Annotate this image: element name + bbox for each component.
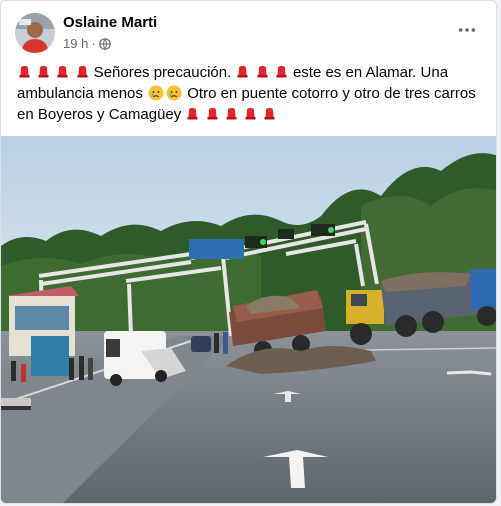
police-light-emoji — [56, 63, 69, 78]
police-light-emoji — [76, 63, 89, 78]
road-sign — [189, 239, 244, 259]
author-name[interactable]: Oslaine Marti — [63, 14, 157, 31]
police-light-emoji — [256, 63, 269, 78]
post-text: Señores precaución. este es en Alamar. U… — [17, 62, 479, 125]
post-card: Oslaine Marti 19 h · Señores precaución.… — [0, 0, 497, 504]
author-avatar[interactable] — [15, 13, 55, 53]
post-meta: 19 h · — [63, 36, 111, 51]
police-light-emoji — [236, 63, 249, 78]
post-header: Oslaine Marti 19 h · — [1, 1, 496, 59]
police-light-emoji — [37, 63, 50, 78]
post-timestamp[interactable]: 19 h — [63, 36, 88, 51]
more-options-icon[interactable] — [454, 17, 480, 43]
police-light-emoji — [206, 105, 219, 120]
police-light-emoji — [225, 105, 238, 120]
police-light-emoji — [263, 105, 276, 120]
police-light-emoji — [18, 63, 31, 78]
post-text-part-1: Señores precaución. — [89, 64, 236, 81]
post-photo[interactable] — [1, 136, 496, 503]
sad-face-emoji — [166, 85, 182, 101]
police-light-emoji — [186, 105, 199, 120]
police-light-emoji — [275, 63, 288, 78]
globe-icon — [98, 37, 111, 50]
sad-face-emoji — [148, 85, 164, 101]
police-light-emoji — [244, 105, 257, 120]
meta-separator: · — [91, 36, 96, 51]
